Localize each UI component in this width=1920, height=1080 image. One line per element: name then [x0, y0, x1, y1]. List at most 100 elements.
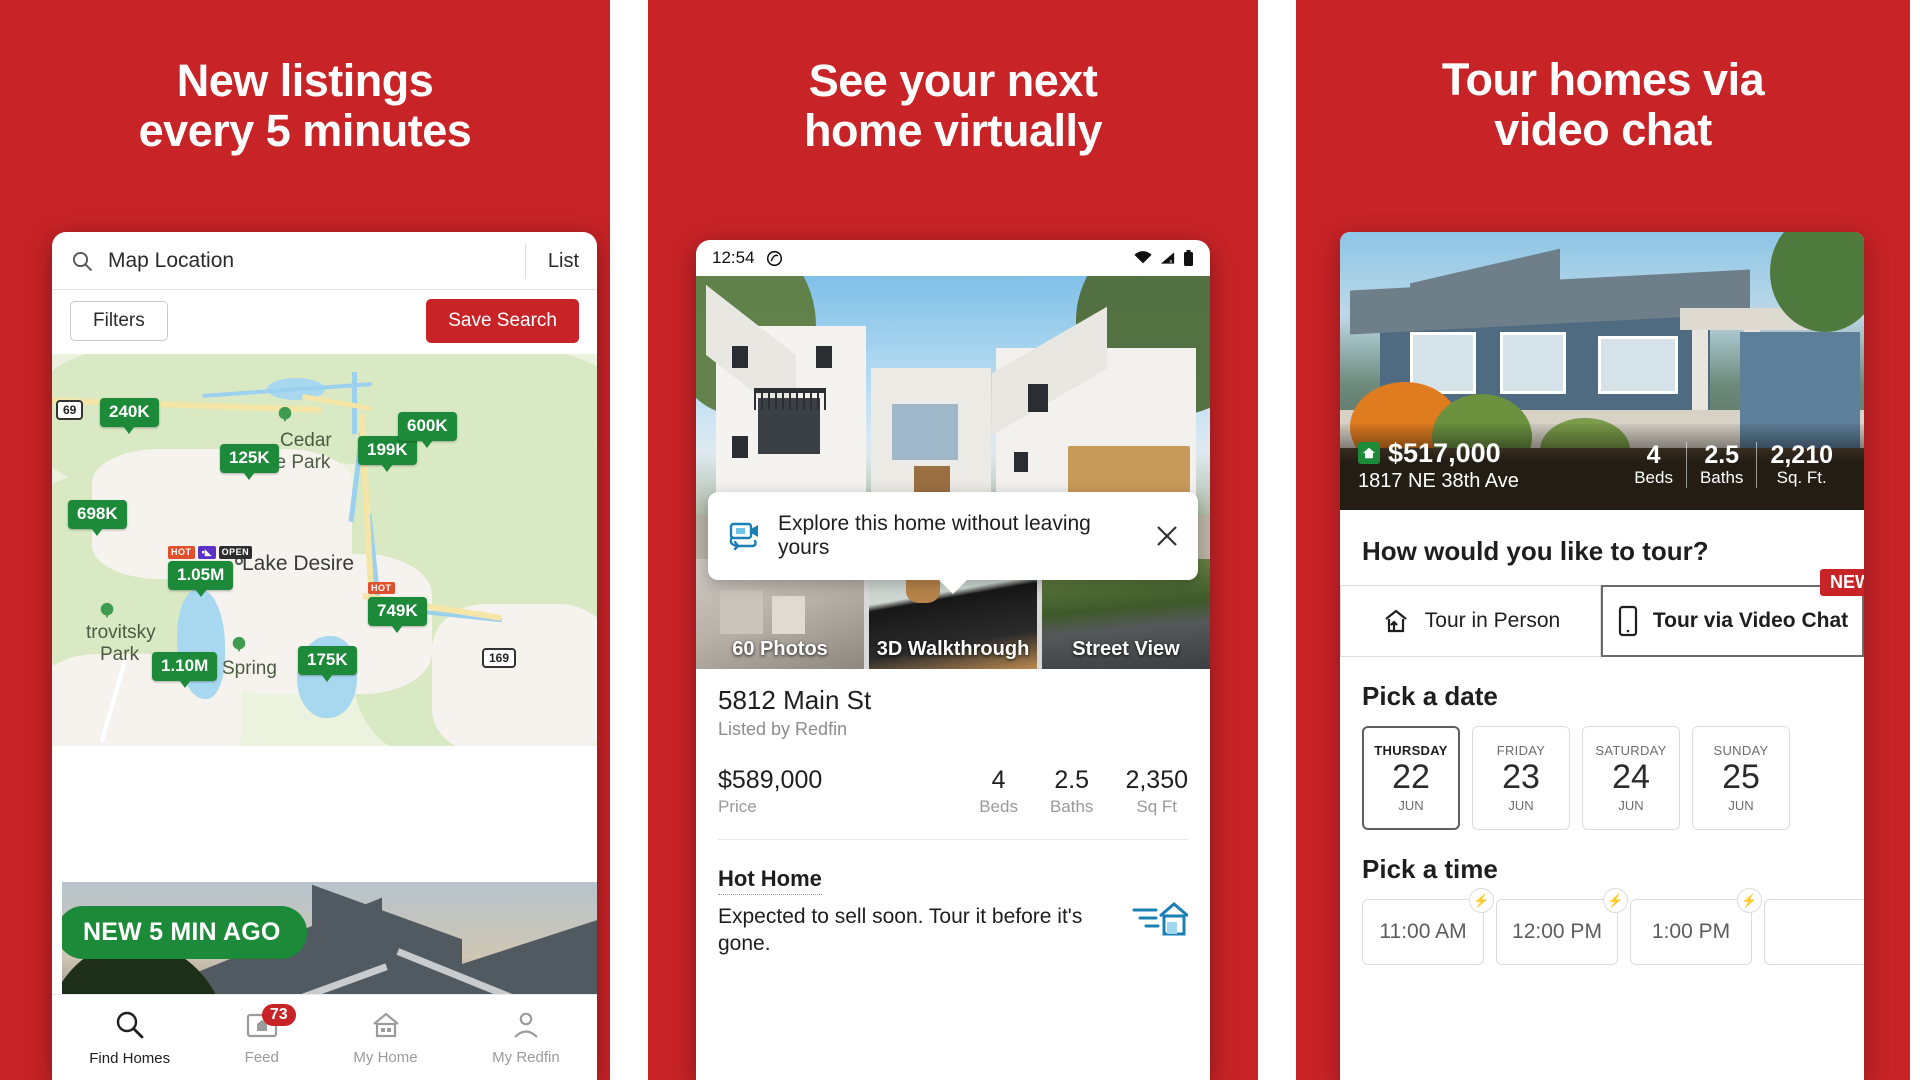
map-price-pin[interactable]: 600K: [398, 412, 457, 448]
park-tree-icon: [276, 406, 294, 424]
status-time: 12:54: [712, 248, 755, 267]
bottom-nav[interactable]: Find Homes 73 Feed My Home My Redfin: [52, 994, 597, 1080]
date-day-of-week: FRIDAY: [1496, 743, 1546, 759]
hero3-stat: 4 Beds: [1621, 442, 1686, 488]
detail-stat-value: 4: [991, 766, 1006, 794]
date-option[interactable]: SATURDAY 24 JUN: [1582, 726, 1680, 830]
hero3-info-bar: $517,000 1817 NE 38th Ave 4 Beds 2.5 Baths 2…: [1340, 424, 1864, 510]
explore-virtually-banner[interactable]: Explore this home without leaving yours: [708, 492, 1198, 594]
hot-badge: HOT: [368, 582, 395, 594]
date-picker[interactable]: THURSDAY 22 JUN FRIDAY 23 JUN SATURDAY 24 JUN SUN…: [1340, 726, 1864, 830]
map-place-label: trovitsky: [86, 622, 156, 643]
map-price-pin[interactable]: 698K: [68, 500, 127, 536]
hero3-stat-label: Sq. Ft.: [1776, 468, 1827, 488]
hero3-stat-value: 4: [1646, 440, 1661, 469]
map-price-pin[interactable]: 1.10M: [152, 652, 218, 688]
date-day-of-week: SATURDAY: [1595, 743, 1667, 759]
tour-option-video-chat[interactable]: Tour via Video Chat NEW!: [1601, 569, 1864, 657]
map-view[interactable]: Cedar ve Park Lake Desire trovitsky Park Spri…: [52, 354, 597, 746]
detail-listed-by: Listed by Redfin: [718, 719, 848, 739]
hot-badge: HOT: [168, 546, 195, 559]
pin-badges: HOT ▪◣ OPEN: [168, 546, 253, 559]
cellular-signal-icon: x: [1159, 251, 1176, 265]
phone-icon: [1617, 605, 1639, 637]
map-price-pin[interactable]: 1.05M: [168, 561, 234, 597]
screenshot-stage: New listings every 5 minutes Map Locatio…: [0, 0, 1920, 1080]
hero3-stat: 2.5 Baths: [1685, 442, 1756, 489]
filters-button[interactable]: Filters: [70, 301, 168, 341]
search-input[interactable]: Map Location: [108, 249, 511, 273]
map-price-pin[interactable]: 125K: [220, 444, 279, 480]
hero3-stats: 4 Beds 2.5 Baths 2,210 Sq. Ft.: [1621, 440, 1846, 489]
nav-item-find-homes[interactable]: Find Homes: [89, 1009, 170, 1067]
date-month: JUN: [1728, 797, 1754, 813]
map-price-pin[interactable]: 175K: [298, 646, 357, 682]
instant-tour-bolt-icon: ⚡: [1737, 888, 1762, 913]
panel1-headline-line1: New listings: [176, 55, 434, 106]
listing-detail-section: 5812 Main St Listed by Redfin $589,000 P…: [696, 669, 1210, 840]
hero3-stat-label: Baths: [1699, 468, 1744, 488]
pin-badges: HOT: [368, 582, 395, 594]
list-toggle-button[interactable]: List: [524, 243, 579, 278]
nav-item-label: My Redfin: [492, 1048, 560, 1066]
nav-item-my-home[interactable]: My Home: [353, 1010, 418, 1066]
park-tree-icon: [230, 636, 248, 654]
hero3-price: $517,000: [1388, 437, 1501, 468]
instant-tour-bolt-icon: ⚡: [1469, 888, 1494, 913]
panel2-headline: See your next home virtually: [648, 0, 1258, 157]
person-icon: [511, 1010, 541, 1040]
nav-item-label: My Home: [353, 1048, 418, 1066]
map-price-pin[interactable]: 749K: [368, 597, 427, 633]
hero3-price-block: $517,000 1817 NE 38th Ave: [1358, 438, 1519, 493]
tour-option-label: Tour in Person: [1424, 609, 1561, 632]
property-hero-photo-3[interactable]: $517,000 1817 NE 38th Ave 4 Beds 2.5 Baths 2…: [1340, 232, 1864, 510]
battery-icon: [1183, 250, 1194, 266]
nav-item-my-redfin[interactable]: My Redfin: [492, 1010, 560, 1066]
time-option-label: 11:00 AM: [1379, 920, 1467, 943]
hot-home-title: Hot Home: [718, 866, 822, 895]
highway-shield: 69: [56, 400, 84, 420]
close-icon[interactable]: [1154, 523, 1180, 549]
phone-screen-2: 12:54 x Explore this home without leavin…: [696, 240, 1210, 1080]
search-bar[interactable]: Map Location List: [52, 232, 597, 290]
tour-option-in-person[interactable]: Tour in Person: [1340, 585, 1601, 657]
tour-option-buttons[interactable]: Tour in Person Tour via Video Chat NEW!: [1340, 569, 1864, 657]
date-option[interactable]: FRIDAY 23 JUN: [1472, 726, 1570, 830]
new-tag-badge: NEW!: [1820, 569, 1864, 596]
phone-screen-1: Map Location List Filters Save Search Ce…: [52, 232, 597, 1080]
panel3-headline-line2: video chat: [1494, 104, 1712, 156]
map-price-pin[interactable]: 240K: [100, 398, 159, 434]
date-option[interactable]: THURSDAY 22 JUN: [1362, 726, 1460, 830]
instant-tour-bolt-icon: ⚡: [1603, 888, 1628, 913]
nav-item-feed[interactable]: 73 Feed: [244, 1003, 296, 1066]
detail-stat-value: 2.5: [1054, 766, 1090, 794]
time-picker[interactable]: 11:00 AM ⚡ 12:00 PM ⚡ 1:00 PM ⚡: [1340, 888, 1864, 965]
detail-price-label: Price: [718, 797, 757, 816]
time-option[interactable]: 12:00 PM ⚡: [1496, 888, 1628, 965]
date-day-number: 23: [1502, 758, 1540, 797]
hero3-stat-label: Beds: [1634, 468, 1673, 488]
hot-home-icon: [1126, 892, 1188, 940]
new-listing-badge: NEW 5 MIN AGO: [62, 906, 307, 959]
time-option[interactable]: [1764, 899, 1864, 965]
hero3-address: 1817 NE 38th Ave: [1358, 469, 1519, 492]
detail-price-col: $589,000 Price: [718, 766, 822, 817]
date-option[interactable]: SUNDAY 25 JUN: [1692, 726, 1790, 830]
tour-option-label: Tour via Video Chat: [1652, 609, 1849, 632]
hero3-stat-value: 2,210: [1770, 440, 1833, 469]
phone-screen-3: $517,000 1817 NE 38th Ave 4 Beds 2.5 Baths 2…: [1340, 232, 1864, 1080]
pick-time-title: Pick a time: [1362, 854, 1498, 884]
time-option[interactable]: 1:00 PM ⚡: [1630, 888, 1762, 965]
map-place-label: Cedar: [280, 430, 332, 451]
detail-stat: 2,350 Sq Ft: [1125, 766, 1188, 817]
save-search-button[interactable]: Save Search: [426, 299, 579, 343]
map-place-label: Spring: [222, 658, 277, 679]
open-house-badge: OPEN: [218, 546, 253, 559]
panel-new-listings: New listings every 5 minutes Map Locatio…: [0, 0, 610, 1080]
time-option[interactable]: 11:00 AM ⚡: [1362, 888, 1494, 965]
date-day-of-week: SUNDAY: [1713, 743, 1769, 759]
nav-item-label: Feed: [244, 1048, 279, 1066]
time-option-label: 1:00 PM: [1651, 920, 1731, 943]
date-month: JUN: [1508, 797, 1534, 813]
date-month: JUN: [1618, 797, 1644, 813]
